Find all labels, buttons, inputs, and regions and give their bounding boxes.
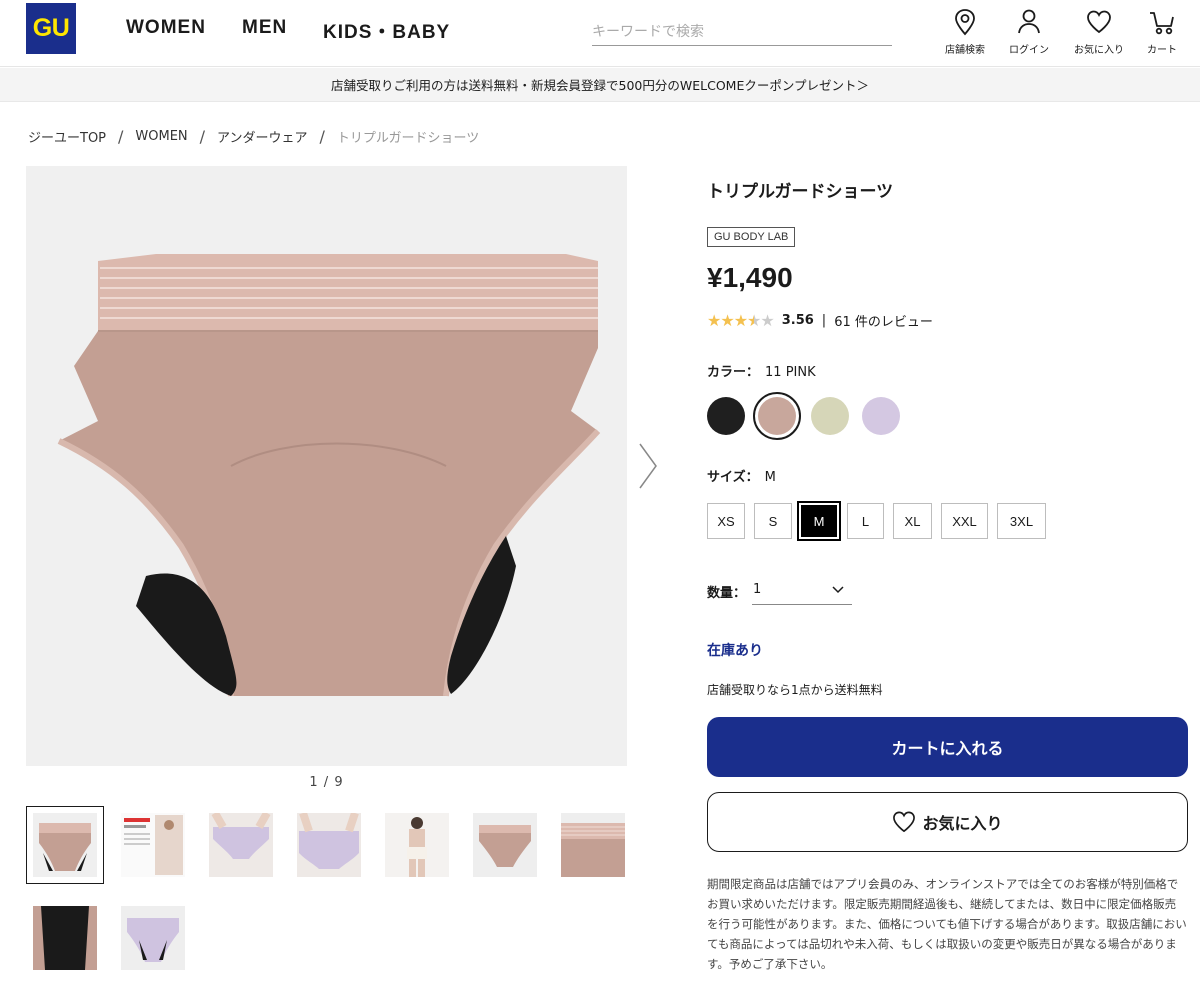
color-swatch-fill <box>758 397 796 435</box>
add-to-cart-button[interactable]: カートに入れる <box>707 717 1188 777</box>
color-swatch-olive[interactable] <box>811 397 849 435</box>
thumbnail-image <box>385 813 449 877</box>
color-swatch-black[interactable] <box>707 397 745 435</box>
user-icon <box>1018 9 1040 34</box>
color-swatch-pink[interactable] <box>753 392 801 440</box>
review-count-link[interactable]: 61 件のレビュー <box>834 311 933 330</box>
shipping-note: 店舗受取りなら1点から送料無料 <box>707 683 883 697</box>
breadcrumb-top[interactable]: ジーユーTOP <box>28 127 106 146</box>
color-swatch-purple[interactable] <box>862 397 900 435</box>
main-product-image[interactable] <box>26 166 627 766</box>
size-3xl-button[interactable]: 3XL <box>997 503 1046 539</box>
cart-label: カート <box>1147 45 1177 56</box>
favorites-label: お気に入り <box>1074 45 1124 56</box>
cart-button[interactable]: カート <box>1132 8 1192 56</box>
promo-banner[interactable]: 店舗受取りご利用の方は送料無料・新規会員登録で500円分のWELCOMEクーポン… <box>0 68 1200 102</box>
color-value: 11 PINK <box>765 365 816 380</box>
store-search-button[interactable]: 店舗検索 <box>935 8 995 56</box>
thumbnail-9[interactable] <box>121 906 185 970</box>
size-m-button[interactable]: M <box>797 501 841 541</box>
map-pin-icon <box>955 9 975 36</box>
gu-logo[interactable]: GU <box>26 3 76 54</box>
thumbnail-image <box>121 813 185 877</box>
thumbnail-image <box>209 813 273 877</box>
breadcrumb-current: トリプルガードショーツ <box>336 131 480 146</box>
add-to-favorites-button[interactable]: お気に入り <box>707 792 1188 852</box>
nav-women[interactable]: WOMEN <box>126 17 206 39</box>
color-label: カラー： <box>707 365 760 380</box>
store-search-label: 店舗検索 <box>945 45 985 56</box>
thumbnail-1[interactable] <box>26 806 104 884</box>
thumbnail-image <box>121 906 185 970</box>
thumbnail-image <box>33 906 97 970</box>
size-xl-button[interactable]: XL <box>893 503 932 539</box>
thumbnail-image <box>33 813 97 877</box>
size-label-row: サイズ： M <box>707 466 776 485</box>
color-label-row: カラー： 11 PINK <box>707 361 816 380</box>
chevron-down-icon <box>832 585 844 593</box>
breadcrumb: ジーユーTOP / WOMEN / アンダーウェア / トリプルガードショーツ <box>28 127 479 146</box>
size-label: サイズ： <box>707 470 759 485</box>
cart-icon <box>1150 12 1174 35</box>
thumbnail-image <box>561 813 625 877</box>
thumbnail-3[interactable] <box>209 813 273 877</box>
breadcrumb-women[interactable]: WOMEN <box>135 129 187 144</box>
thumbnail-6[interactable] <box>473 813 537 877</box>
size-l-button[interactable]: L <box>847 503 884 539</box>
thumbnail-5[interactable] <box>385 813 449 877</box>
nav-men[interactable]: MEN <box>242 17 287 39</box>
size-xxl-button[interactable]: XXL <box>941 503 988 539</box>
add-to-cart-label: カートに入れる <box>891 739 1004 758</box>
thumbnail-7[interactable] <box>561 813 625 877</box>
site-header: GU WOMEN MEN KIDS・BABY 店舗検索 ログイン お気に入り カ… <box>0 0 1200 67</box>
breadcrumb-separator: / <box>199 127 206 146</box>
breadcrumb-separator: / <box>118 127 124 146</box>
quantity-label: 数量： <box>707 586 747 601</box>
price-disclaimer: 期間限定商品は店舗ではアプリ会員のみ、オンラインストアでは全てのお客様が特別価格… <box>707 877 1187 971</box>
add-to-favorites-label: お気に入り <box>922 814 1003 833</box>
thumbnail-image <box>297 813 361 877</box>
brand-badge: GU BODY LAB <box>707 227 796 247</box>
product-title: トリプルガードショーツ <box>707 182 894 202</box>
nav-kids-baby[interactable]: KIDS・BABY <box>323 17 450 44</box>
rating-separator: | <box>821 313 827 328</box>
next-image-arrow-icon[interactable] <box>636 440 660 492</box>
product-price: ¥1,490 <box>707 262 793 293</box>
shorts-illustration <box>26 166 627 766</box>
favorites-button[interactable]: お気に入り <box>1069 8 1129 56</box>
quantity-select[interactable]: 1 <box>752 575 852 605</box>
heart-icon <box>893 811 916 833</box>
thumbnail-4[interactable] <box>297 813 361 877</box>
quantity-value: 1 <box>753 582 762 597</box>
size-s-button[interactable]: S <box>754 503 792 539</box>
thumbnail-8[interactable] <box>33 906 97 970</box>
breadcrumb-underwear[interactable]: アンダーウェア <box>217 127 307 146</box>
star-rating-icon: ★★★★★ <box>707 311 775 330</box>
thumbnail-image <box>473 813 537 877</box>
promo-text[interactable]: 店舗受取りご利用の方は送料無料・新規会員登録で500円分のWELCOMEクーポン… <box>331 75 869 94</box>
search-input[interactable] <box>592 18 892 46</box>
size-value: M <box>764 470 776 485</box>
quantity-label-row: 数量： <box>707 582 752 601</box>
image-counter: 1 / 9 <box>309 775 344 790</box>
rating-summary[interactable]: ★★★★★ 3.56 | 61 件のレビュー <box>707 311 933 330</box>
heart-icon <box>1087 10 1111 34</box>
login-label: ログイン <box>1009 45 1049 56</box>
rating-score: 3.56 <box>781 313 814 328</box>
size-xs-button[interactable]: XS <box>707 503 745 539</box>
thumbnail-2[interactable] <box>121 813 185 877</box>
stock-status: 在庫あり <box>707 643 763 659</box>
login-button[interactable]: ログイン <box>999 8 1059 56</box>
breadcrumb-separator: / <box>319 127 325 146</box>
